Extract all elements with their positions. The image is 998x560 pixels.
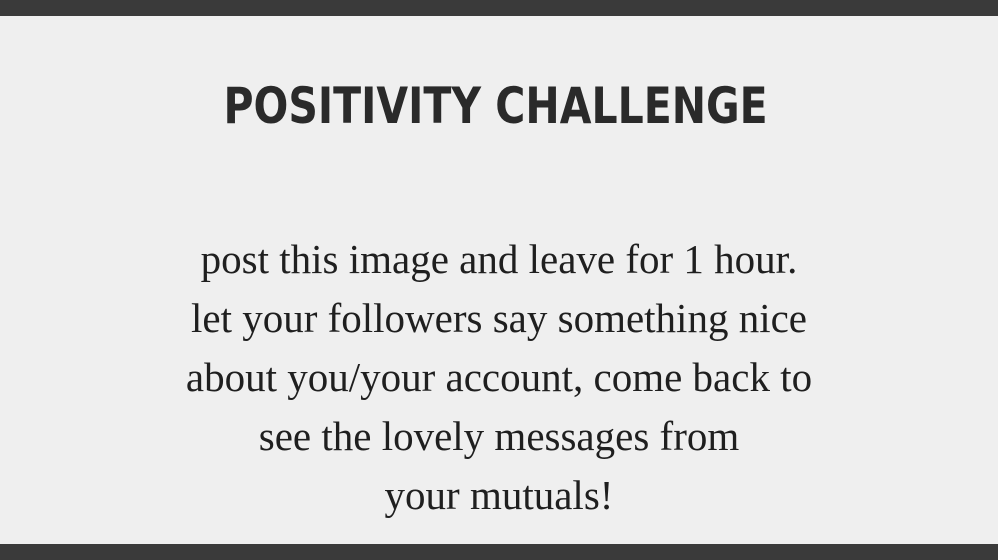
instruction-line-2: let your followers say something nice	[190, 295, 807, 341]
challenge-card: POSITIVITY CHALLENGE post this image and…	[0, 16, 998, 544]
instruction-line-3: about you/your account, come back to	[185, 354, 813, 400]
image-frame: POSITIVITY CHALLENGE post this image and…	[0, 0, 998, 560]
instruction-line-5: your mutuals!	[384, 472, 614, 518]
challenge-instructions: post this image and leave for 1 hour. le…	[0, 230, 998, 525]
challenge-title: POSITIVITY CHALLENGE	[223, 77, 768, 135]
instruction-line-1: post this image and leave for 1 hour.	[200, 236, 798, 282]
instruction-line-4: see the lovely messages from	[258, 413, 740, 459]
